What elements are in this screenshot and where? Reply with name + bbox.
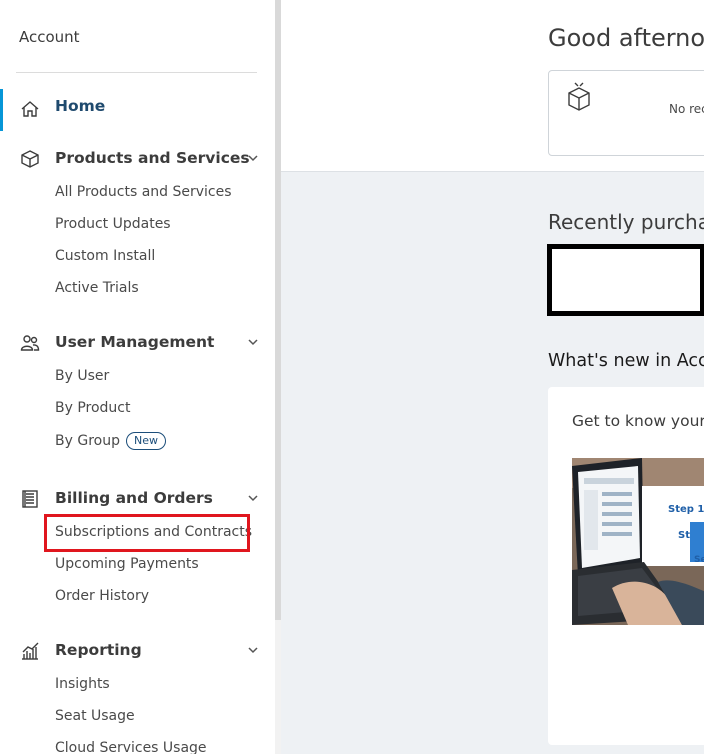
- sidebar-item-label: Home: [55, 97, 106, 115]
- recently-purchased-heading: Recently purchas: [548, 210, 704, 234]
- image-text: Step 1:: [668, 504, 704, 515]
- section-label: User Management: [55, 333, 215, 351]
- sidebar-item-label: By Group: [55, 433, 120, 449]
- section-label: Products and Services: [55, 149, 250, 167]
- highlight-box: [44, 514, 250, 552]
- recently-purchased-card[interactable]: [547, 244, 704, 316]
- sidebar-section-billing-and-orders[interactable]: Billing and Orders: [0, 486, 275, 514]
- sidebar-item-product-updates[interactable]: Product Updates: [55, 216, 171, 232]
- sidebar-item-order-history[interactable]: Order History: [55, 588, 149, 604]
- sidebar: Account Home Products and Services All P…: [0, 0, 275, 754]
- section-label: Reporting: [55, 641, 142, 659]
- sidebar-item-custom-install[interactable]: Custom Install: [55, 248, 155, 264]
- greeting-heading: Good afternoo: [548, 24, 704, 52]
- sidebar-section-reporting[interactable]: Reporting: [0, 638, 275, 666]
- ledger-icon: [22, 490, 38, 508]
- sidebar-item-seat-usage[interactable]: Seat Usage: [55, 708, 135, 724]
- news-card-text: Get to know your: [572, 412, 704, 430]
- sidebar-section-user-management[interactable]: User Management: [0, 330, 275, 358]
- status-card: No rec: [548, 70, 704, 156]
- sidebar-item-insights[interactable]: Insights: [55, 676, 110, 692]
- chevron-down-icon[interactable]: [247, 492, 259, 504]
- whats-new-heading: What's new in Acco: [548, 351, 704, 371]
- sidebar-item-cloud-services-usage[interactable]: Cloud Services Usage: [55, 740, 207, 754]
- sidebar-item-by-group[interactable]: By Group New: [55, 432, 166, 450]
- laptop-image[interactable]: Step 1: Step Se: [572, 458, 704, 625]
- sidebar-divider: [16, 72, 257, 73]
- home-icon: [21, 101, 39, 117]
- sidebar-title: Account: [19, 28, 80, 46]
- package-icon: [568, 82, 590, 111]
- sidebar-section-products-and-services[interactable]: Products and Services: [0, 146, 275, 174]
- chart-icon: [22, 642, 39, 660]
- new-badge: New: [125, 432, 166, 450]
- section-label: Billing and Orders: [55, 489, 213, 507]
- active-indicator: [0, 89, 3, 131]
- users-icon: [20, 335, 40, 351]
- sidebar-item-by-user[interactable]: By User: [55, 368, 109, 384]
- sidebar-item-upcoming-payments[interactable]: Upcoming Payments: [55, 556, 199, 572]
- sidebar-item-home[interactable]: Home: [0, 89, 275, 131]
- chevron-down-icon[interactable]: [247, 152, 259, 164]
- image-text: Se: [694, 555, 704, 565]
- sidebar-item-by-product[interactable]: By Product: [55, 400, 131, 416]
- sidebar-item-all-products[interactable]: All Products and Services: [55, 184, 232, 200]
- chevron-down-icon[interactable]: [247, 336, 259, 348]
- status-card-text: No rec: [669, 102, 704, 116]
- news-card[interactable]: Get to know your Step 1: Step Se: [548, 387, 704, 745]
- sidebar-item-active-trials[interactable]: Active Trials: [55, 280, 139, 296]
- chevron-down-icon[interactable]: [247, 644, 259, 656]
- laptop-illustration: Step 1: Step Se: [572, 458, 704, 625]
- box-icon: [21, 150, 39, 168]
